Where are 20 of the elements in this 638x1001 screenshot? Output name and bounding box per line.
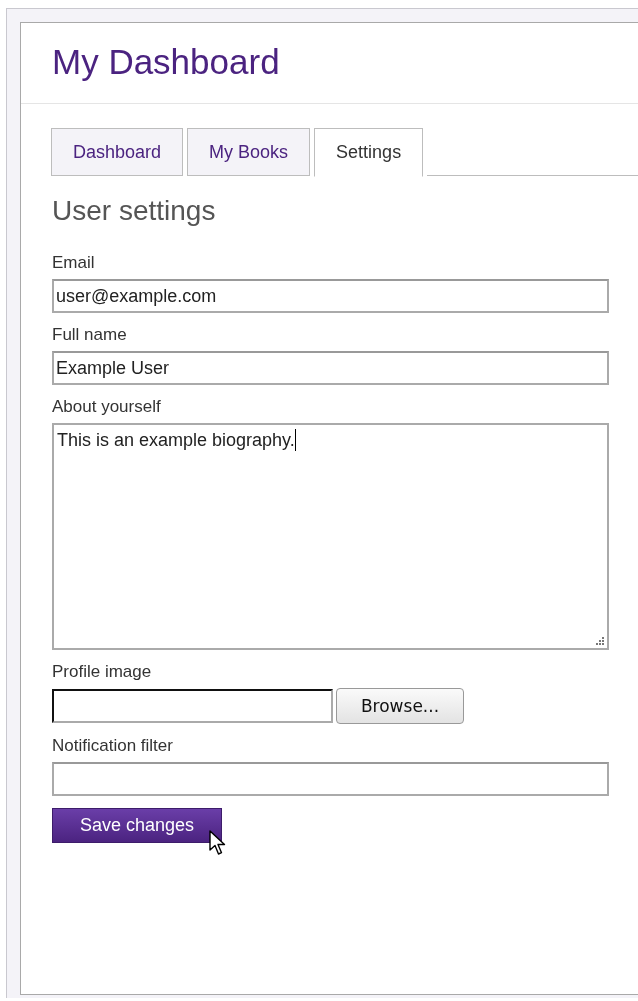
field-label: Full name xyxy=(52,325,128,345)
text-field[interactable]: Example User xyxy=(52,351,609,385)
tab[interactable]: Dashboard xyxy=(51,128,184,176)
field-label: Email xyxy=(52,253,96,273)
text-area[interactable]: This is an example biography. xyxy=(52,423,609,650)
field-label: Profile image xyxy=(52,662,153,682)
text-area-value: This is an example biography. xyxy=(57,430,295,450)
tab[interactable]: My Books xyxy=(187,128,311,176)
resize-grip-icon[interactable] xyxy=(595,636,604,645)
text-field[interactable]: user@example.com xyxy=(52,279,609,313)
page-title: My Dashboard xyxy=(52,41,281,83)
section-heading: User settings xyxy=(52,194,217,228)
field-label: Notification filter xyxy=(52,736,174,756)
browse-button[interactable]: Browse... xyxy=(336,688,464,724)
text-field[interactable] xyxy=(52,762,609,796)
tab[interactable]: Settings xyxy=(314,128,424,177)
file-path-field[interactable] xyxy=(52,689,333,723)
mouse-pointer-icon xyxy=(209,830,226,856)
field-label: About yourself xyxy=(52,397,162,417)
save-button[interactable]: Save changes xyxy=(52,808,222,843)
